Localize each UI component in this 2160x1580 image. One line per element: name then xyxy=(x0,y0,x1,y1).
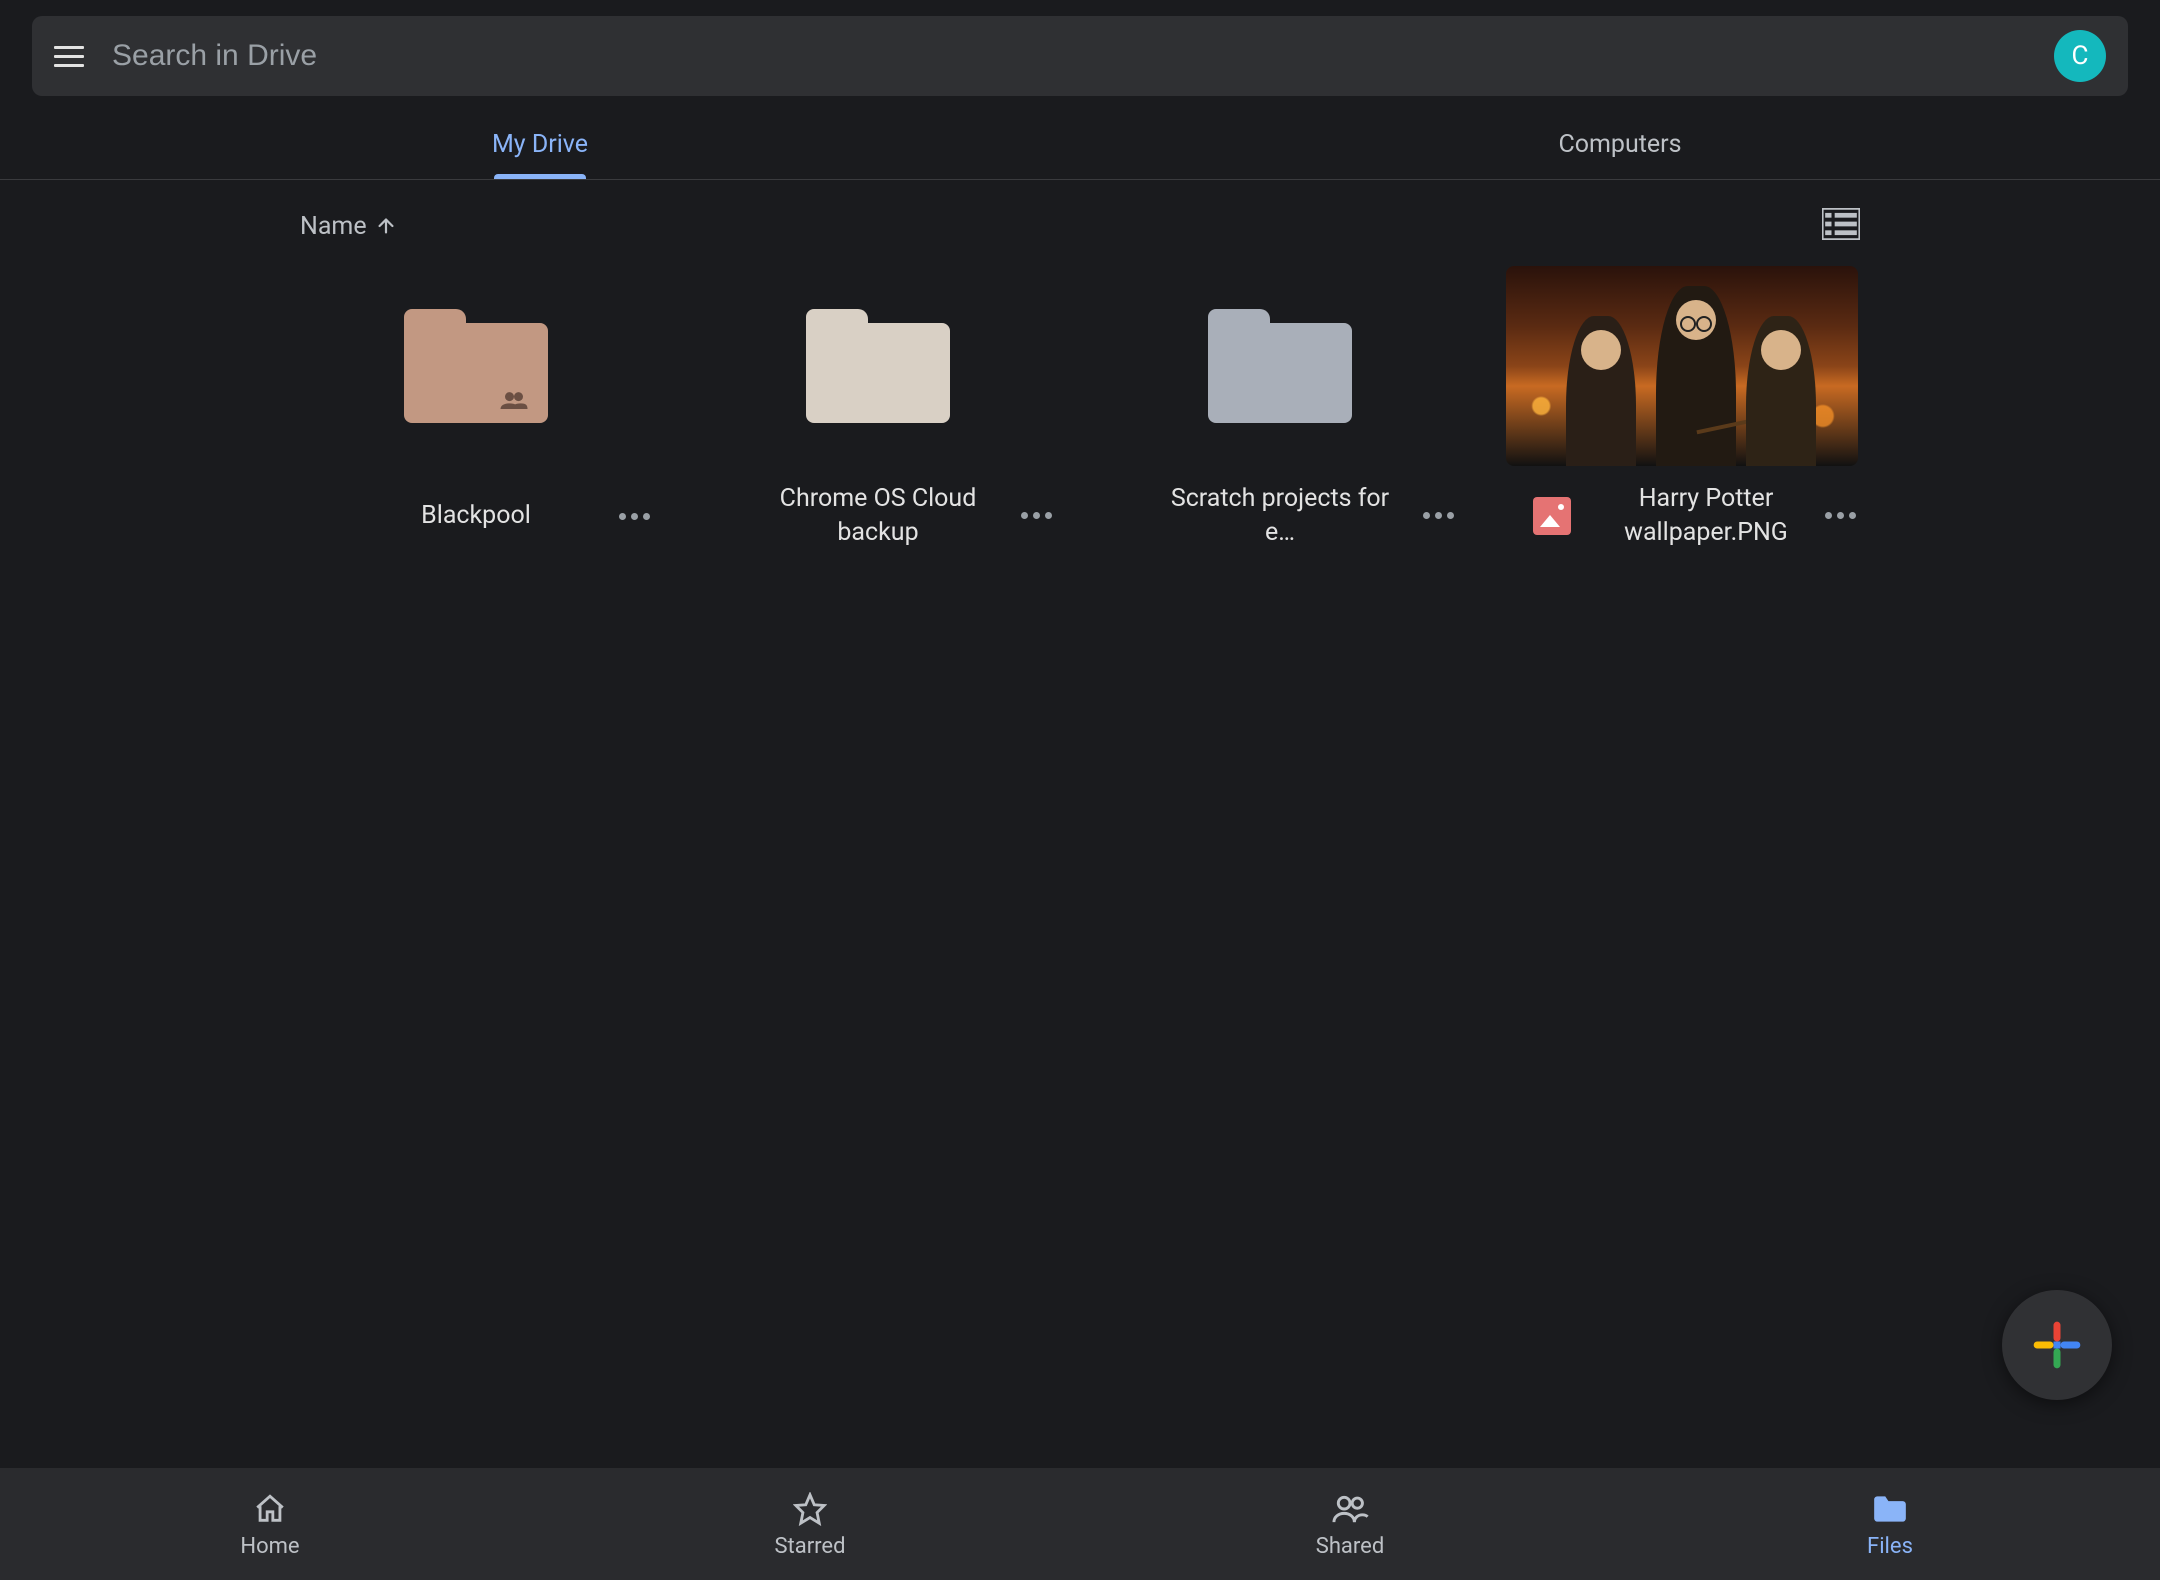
nav-label: Starred xyxy=(774,1534,845,1559)
folder-icon xyxy=(404,309,548,423)
tab-label: My Drive xyxy=(492,130,588,159)
folder-thumbnail xyxy=(300,266,652,466)
item-name: Chrome OS Cloud backup xyxy=(753,482,1003,550)
folder-item[interactable]: Chrome OS Cloud backup xyxy=(702,266,1054,550)
content-area: Name Blackpool xyxy=(0,180,2160,550)
more-options-button[interactable] xyxy=(1818,494,1862,538)
folder-thumbnail xyxy=(1104,266,1456,466)
nav-label: Home xyxy=(240,1534,299,1559)
item-label-row: Blackpool xyxy=(300,496,652,536)
list-view-icon xyxy=(1822,208,1860,240)
home-icon xyxy=(253,1490,287,1528)
image-file-icon xyxy=(1533,497,1571,535)
nav-starred[interactable]: Starred xyxy=(540,1468,1080,1580)
folder-item[interactable]: Blackpool xyxy=(300,266,652,550)
item-label-row: Scratch projects for e… xyxy=(1104,482,1456,550)
create-fab[interactable] xyxy=(2002,1290,2112,1400)
header: C xyxy=(0,0,2160,108)
sort-row: Name xyxy=(300,180,1860,266)
star-icon xyxy=(793,1490,827,1528)
file-item[interactable]: Harry Potter wallpaper.PNG xyxy=(1506,266,1858,550)
more-icon xyxy=(1021,512,1052,519)
item-name: Harry Potter wallpaper.PNG xyxy=(1581,482,1831,550)
more-icon xyxy=(619,513,650,520)
folder-icon xyxy=(806,309,950,423)
account-avatar[interactable]: C xyxy=(2054,30,2106,82)
plus-icon xyxy=(2029,1317,2085,1373)
tab-computers[interactable]: Computers xyxy=(1080,108,2160,179)
item-name: Scratch projects for e… xyxy=(1155,482,1405,550)
shared-icon xyxy=(1331,1490,1369,1528)
tabs: My Drive Computers xyxy=(0,108,2160,180)
more-options-button[interactable] xyxy=(1014,494,1058,538)
nav-shared[interactable]: Shared xyxy=(1080,1468,1620,1580)
image-thumbnail xyxy=(1506,266,1858,466)
more-options-button[interactable] xyxy=(1416,494,1460,538)
arrow-up-icon xyxy=(375,215,397,237)
folder-icon xyxy=(1871,1490,1909,1528)
item-label-row: Harry Potter wallpaper.PNG xyxy=(1506,482,1858,550)
folder-icon xyxy=(1208,309,1352,423)
nav-home[interactable]: Home xyxy=(0,1468,540,1580)
sort-field-label: Name xyxy=(300,212,367,241)
folder-item[interactable]: Scratch projects for e… xyxy=(1104,266,1456,550)
more-icon xyxy=(1423,512,1454,519)
search-input[interactable] xyxy=(112,39,2042,73)
nav-label: Files xyxy=(1867,1534,1913,1559)
sort-button[interactable]: Name xyxy=(300,212,397,241)
nav-label: Shared xyxy=(1316,1534,1384,1559)
folder-thumbnail xyxy=(702,266,1054,466)
tab-my-drive[interactable]: My Drive xyxy=(0,108,1080,179)
more-icon xyxy=(1825,512,1856,519)
menu-icon[interactable] xyxy=(54,38,90,74)
search-bar: C xyxy=(32,16,2128,96)
items-grid: Blackpool Chrome OS Cloud backup xyxy=(300,266,1860,550)
item-name: Blackpool xyxy=(421,499,531,533)
tab-label: Computers xyxy=(1558,130,1681,159)
shared-icon xyxy=(500,391,528,409)
view-toggle-list[interactable] xyxy=(1822,208,1860,244)
bottom-nav: Home Starred Shared Files xyxy=(0,1468,2160,1580)
more-options-button[interactable] xyxy=(612,494,656,538)
nav-files[interactable]: Files xyxy=(1620,1468,2160,1580)
item-label-row: Chrome OS Cloud backup xyxy=(702,482,1054,550)
avatar-initial: C xyxy=(2072,41,2089,71)
